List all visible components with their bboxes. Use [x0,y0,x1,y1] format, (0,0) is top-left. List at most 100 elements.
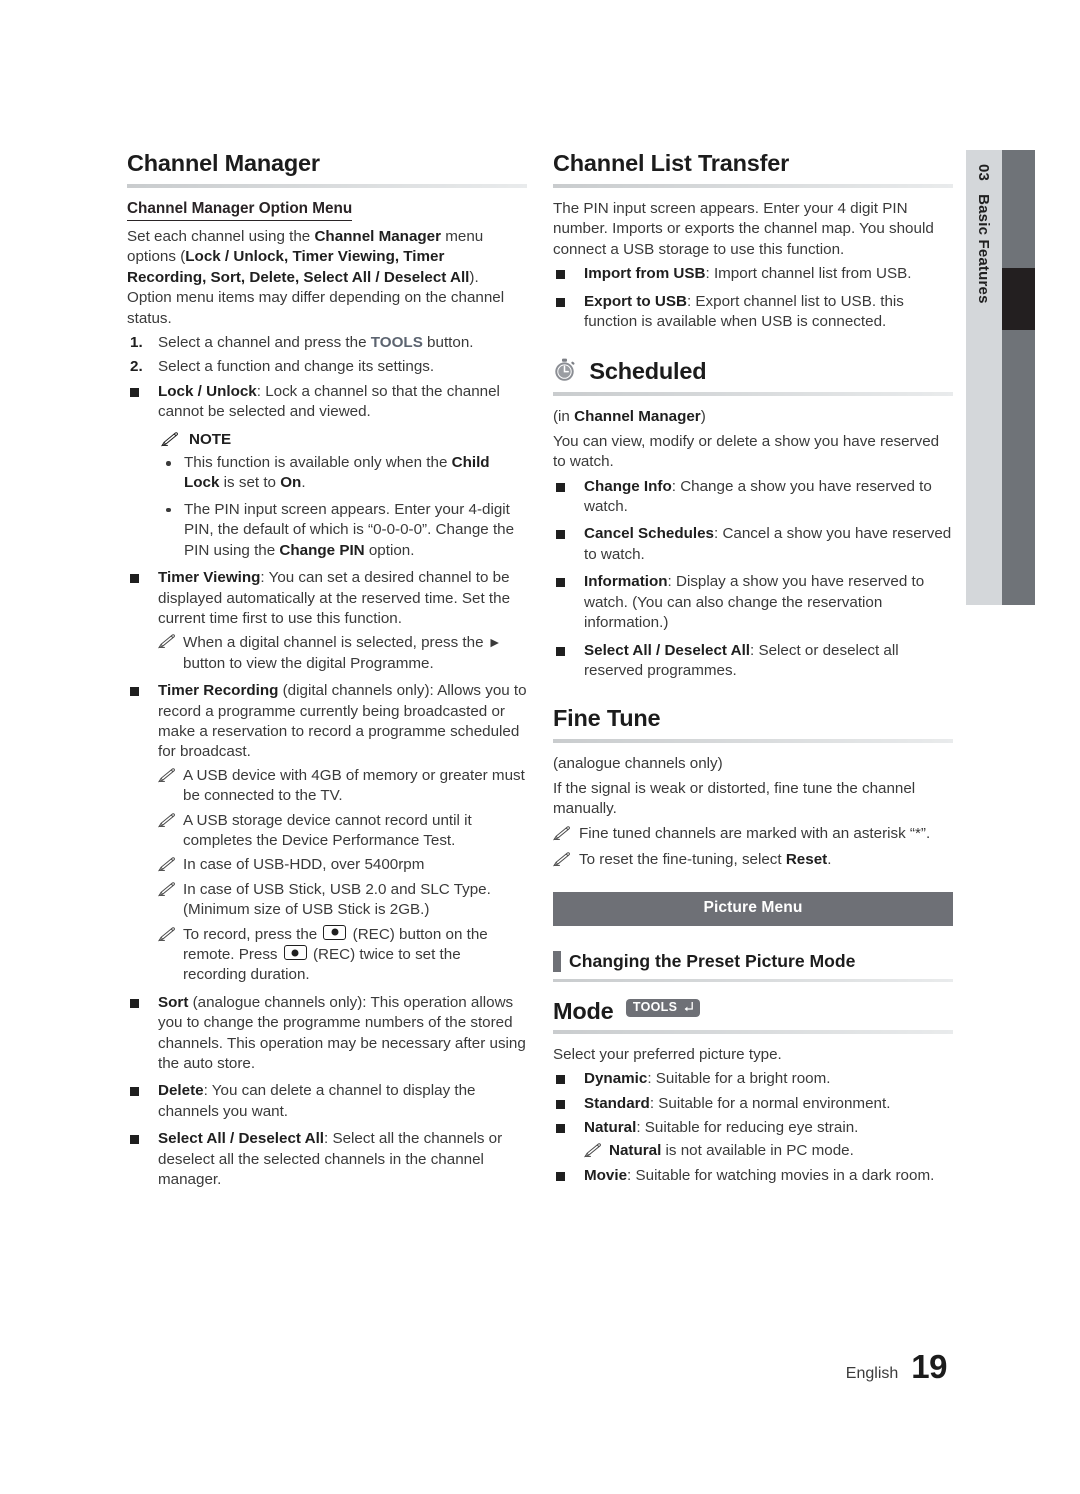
sub-note: When a digital channel is selected, pres… [158,632,527,674]
square-bullet-icon [556,530,565,540]
list-item-information: Information: Display a show you have res… [553,572,953,633]
scheduled-sub-c: ) [700,408,706,426]
scheduled-sub-a: (in [553,408,575,426]
list-item-timer-recording: Timer Recording (digital channels only):… [127,681,527,986]
list-item-movie: Movie: Suitable for watching movies in a… [553,1166,953,1186]
item-label: Natural [584,1118,637,1136]
chapter-number: 03 [975,164,993,182]
note-heading: NOTE [158,430,527,450]
step-item: Select a function and change its setting… [127,357,527,378]
heading-channel-manager: Channel Manager [127,150,320,176]
heading-rule [553,392,953,397]
list-item-lock-unlock: Lock / Unlock: Lock a channel so that th… [127,382,527,561]
paragraph-mode-intro: Select your preferred picture type. [553,1045,782,1063]
heading-channel-list-transfer: Channel List Transfer [553,150,790,176]
finetune-note-2-bold-reset: Reset [785,850,828,868]
square-bullet-icon [556,1075,565,1085]
finetune-note-1-text: Fine tuned channels are marked with an a… [579,824,931,842]
item-label: Lock / Unlock [158,382,257,400]
finetune-note-2-text-c: . [827,850,832,868]
list-item-delete: Delete: You can delete a channel to disp… [127,1081,527,1122]
paragraph-scheduled-intro: You can view, modify or delete a show yo… [553,432,940,471]
item-label: Sort [158,993,189,1011]
pencil-icon [158,812,175,827]
note-bold-on: On [280,474,302,492]
item-label: Select All / Deselect All [158,1130,325,1148]
manual-page: 03 Basic Features Channel Manager Channe… [0,0,1080,1494]
left-column: Channel Manager Channel Manager Option M… [127,150,527,1197]
rec-button-icon [283,945,307,960]
chapter-side-tab-text: 03 Basic Features [966,150,1002,605]
square-bullet-icon [130,1135,139,1145]
heading-scheduled: Scheduled [553,358,953,392]
chapter-label: Basic Features [975,194,993,304]
square-bullet-icon [130,998,139,1008]
footer-language: English [845,1365,899,1382]
sub-note-natural: Natural is not available in PC mode. [584,1141,953,1161]
sub-note: A USB storage device cannot record until… [158,811,527,852]
pencil-icon [158,881,175,897]
accent-bar-icon [553,950,561,972]
paragraph-finetune-sub: (analogue channels only) [553,755,723,773]
list-item-sort: Sort (analogue channels only): This oper… [127,993,527,1075]
step-text-pre: Select a function and change its setting… [158,358,435,376]
item-text: : Suitable for a normal environment. [649,1094,891,1112]
note-text-e: . [301,474,306,492]
finetune-note-1: Fine tuned channels are marked with an a… [553,824,953,844]
heading-changing-preset-picture-mode: Changing the Preset Picture Mode [553,950,953,979]
square-bullet-icon [556,578,565,588]
tools-badge[interactable]: TOOLS [625,998,701,1017]
item-label: Standard [584,1094,650,1112]
rec-button-icon [323,924,347,940]
square-bullet-icon [556,482,565,492]
item-label: Timer Viewing [158,569,261,587]
item-text: : Suitable for reducing eye strain. [636,1118,859,1136]
intro-text-1: Set each channel using the [127,228,315,245]
note-bullets: This function is available only when the… [158,453,527,561]
list-item-dynamic: Dynamic: Suitable for a bright room. [553,1069,953,1089]
item-label: Timer Recording [158,682,279,700]
scheduled-items-list: Change Info: Change a show you have rese… [553,477,953,682]
pencil-icon [584,1143,601,1158]
sub-note: In case of USB-HDD, over 5400rpm [158,855,527,875]
dot-bullet-icon [166,507,171,513]
steps-list: Select a channel and press the TOOLS but… [127,333,527,378]
note-bold-change-pin: Change PIN [279,541,365,559]
list-item-import-usb: Import from USB: Import channel list fro… [553,264,953,284]
sub-note-text: is not available in PC mode. [661,1142,854,1160]
item-label: Cancel Schedules [584,525,714,543]
list-item-select-all-scheduled: Select All / Deselect All: Select or des… [553,641,953,682]
note-bullet-child-lock: This function is available only when the… [158,453,527,494]
sub-note-rec: To record, press the (REC) button on the… [158,924,527,986]
item-label: Delete [158,1082,204,1100]
item-label: Movie [584,1166,628,1184]
pencil-icon [158,634,175,649]
enter-arrow-icon [684,1001,693,1011]
right-column: Channel List Transfer The PIN input scre… [553,150,953,1190]
note-text-c: is set to [219,474,281,492]
intro-bold-1: Channel Manager [314,228,442,245]
heading-scheduled-text: Scheduled [589,358,707,385]
list-item-timer-viewing: Timer Viewing: You can set a desired cha… [127,568,527,674]
sub-note-text: In case of USB Stick, USB 2.0 and SLC Ty… [183,880,491,919]
paragraph-transfer-intro: The PIN input screen appears. Enter your… [553,200,934,258]
heading-rule [553,978,953,982]
paragraph-scheduled-location: (in Channel Manager) [553,407,953,427]
sub-note-text: A USB storage device cannot record until… [183,811,472,849]
list-item-natural: Natural: Suitable for reducing eye strai… [553,1118,953,1162]
item-label: Change Info [584,477,672,495]
paragraph-finetune-intro: If the signal is weak or distorted, fine… [553,779,916,818]
transfer-items-list: Import from USB: Import channel list fro… [553,264,953,332]
page-number: 19 [911,1348,947,1385]
page-footer: English 19 [845,1348,948,1386]
square-bullet-icon [130,574,139,584]
square-bullet-icon [556,646,565,656]
heading-rule [127,184,527,188]
square-bullet-icon [556,1171,565,1181]
mode-items-list: Dynamic: Suitable for a bright room. Sta… [553,1069,953,1186]
item-text: : Suitable for watching movies in a dark… [627,1166,935,1184]
heading-mode-text: Mode [553,997,614,1024]
right-arrow-icon: ► [487,634,502,651]
step-text-pre: Select a channel and press the [158,334,371,352]
square-bullet-icon [130,1087,139,1097]
